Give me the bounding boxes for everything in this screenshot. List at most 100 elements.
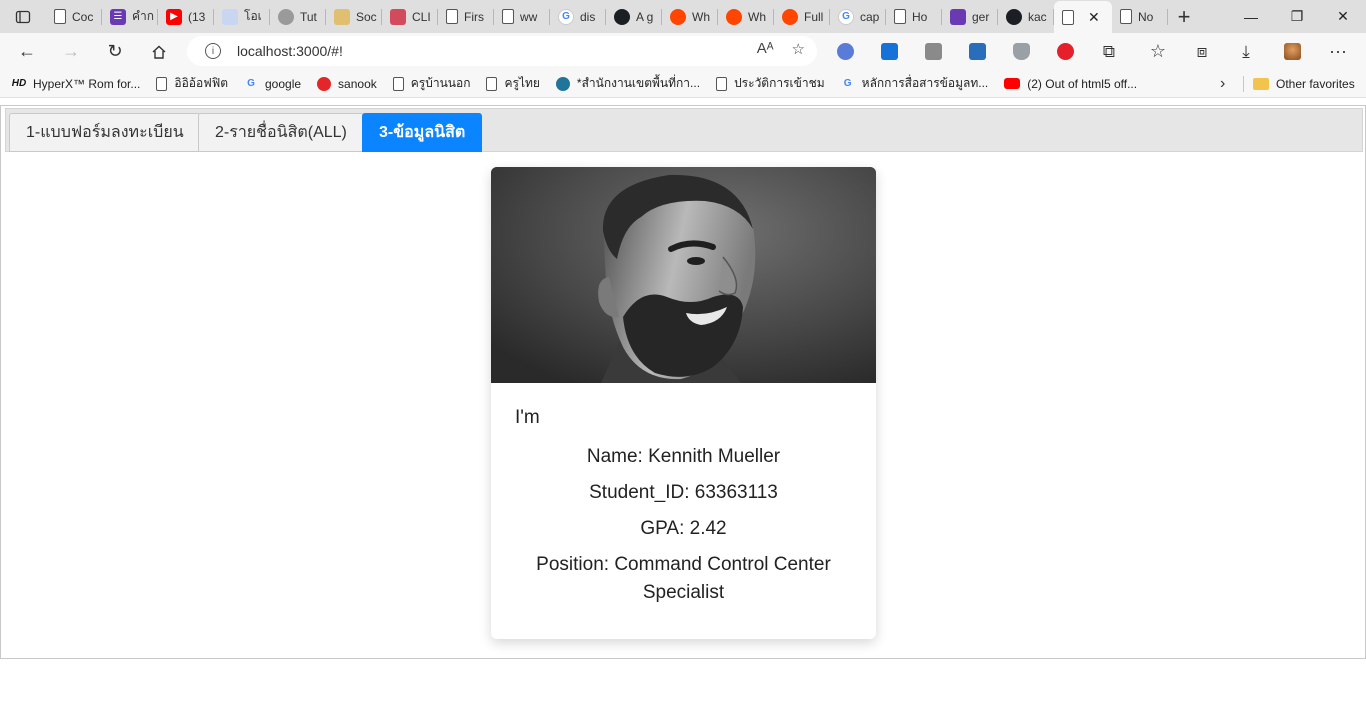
bookmark-item[interactable]: Ggoogle bbox=[236, 70, 309, 98]
browser-tab[interactable]: Wh bbox=[662, 0, 718, 33]
bookmark-item[interactable]: ครูไทย bbox=[478, 70, 547, 98]
browser-tab[interactable]: A g bbox=[606, 0, 662, 33]
browser-tab[interactable]: Firs bbox=[438, 0, 494, 33]
tab-registration-form[interactable]: 1-แบบฟอร์มลงทะเบียน bbox=[9, 113, 201, 152]
collections-icon: ⧈ bbox=[1196, 41, 1208, 61]
tab-title: (13 bbox=[188, 9, 206, 24]
browser-tab[interactable]: Coc bbox=[46, 0, 102, 33]
wordpress-icon bbox=[555, 76, 570, 91]
tab-title: Ho bbox=[912, 9, 928, 24]
close-tab-icon[interactable]: ✕ bbox=[1088, 9, 1100, 26]
new-tab-button[interactable]: + bbox=[1168, 0, 1200, 33]
browser-tab[interactable]: ww bbox=[494, 0, 550, 33]
browser-tab[interactable]: ▶ (13 bbox=[158, 0, 214, 33]
avatar bbox=[1283, 43, 1301, 60]
bookmark-item[interactable]: ครูบ้านนอก bbox=[385, 70, 479, 98]
bookmark-item[interactable]: ประวัติการเข้าชม bbox=[708, 70, 833, 98]
add-favorite-icon[interactable]: ☆ bbox=[792, 40, 805, 58]
browser-toolbar: ← → ↻ i localhost:3000/#! Aᴬ ☆ ⧉ ☆ ⧈ ⤓ ·… bbox=[0, 33, 1366, 70]
student-position: Position: Command Control Center Special… bbox=[536, 554, 831, 603]
sanook-icon bbox=[317, 76, 332, 91]
bookmark-label: google bbox=[265, 76, 302, 91]
youtube-icon bbox=[1004, 78, 1021, 89]
tab-actions-button[interactable] bbox=[0, 0, 46, 33]
address-bar[interactable]: i localhost:3000/#! Aᴬ ☆ bbox=[187, 36, 817, 66]
bookmark-label: ครูไทย bbox=[504, 76, 540, 90]
bookmark-item[interactable]: HD HyperX™ Rom for... bbox=[0, 70, 148, 98]
extension-button[interactable] bbox=[911, 33, 955, 70]
home-button[interactable] bbox=[137, 33, 181, 70]
extension-icon bbox=[880, 43, 898, 60]
tab-title: Coc bbox=[72, 9, 94, 24]
extension-icon bbox=[924, 43, 942, 60]
restore-button[interactable]: ❐ bbox=[1274, 0, 1320, 33]
profile-intro: I'm bbox=[515, 407, 540, 428]
extension-button[interactable] bbox=[867, 33, 911, 70]
other-favorites-button[interactable]: Other favorites bbox=[1245, 70, 1363, 98]
close-window-button[interactable]: ✕ bbox=[1320, 0, 1366, 33]
collections-button[interactable]: ⧈ bbox=[1180, 33, 1224, 70]
tab-student-info[interactable]: 3-ข้อมูลนิสิต bbox=[362, 113, 483, 152]
more-bookmarks-button[interactable]: › bbox=[1212, 70, 1233, 98]
browser-tab[interactable]: Gcap bbox=[830, 0, 886, 33]
profile-button[interactable] bbox=[1270, 33, 1314, 70]
student-photo bbox=[491, 167, 876, 383]
bookmark-label: sanook bbox=[338, 76, 377, 91]
browser-tab[interactable]: Tut bbox=[270, 0, 326, 33]
student-gpa: GPA: 2.42 bbox=[640, 518, 727, 539]
bookmark-item[interactable]: sanook bbox=[309, 70, 385, 98]
doc-icon bbox=[392, 76, 404, 91]
extension-button[interactable] bbox=[955, 33, 999, 70]
tab-title: A g bbox=[636, 9, 654, 24]
browser-tab[interactable]: ger bbox=[942, 0, 998, 33]
bookmark-item[interactable]: อิอิอ้อฟฟิต bbox=[148, 70, 236, 98]
browser-tab[interactable]: โอเ bbox=[214, 0, 270, 33]
minimize-button[interactable]: — bbox=[1228, 0, 1274, 33]
site-icon bbox=[390, 8, 406, 25]
browser-tab[interactable]: Soc bbox=[326, 0, 382, 33]
tab-label: 3-ข้อมูลนิสิต bbox=[379, 124, 466, 141]
browser-tab[interactable]: Gdis bbox=[550, 0, 606, 33]
tab-label: 2-รายชื่อนิสิต(ALL) bbox=[215, 124, 347, 141]
site-icon bbox=[278, 8, 294, 25]
tab-title: คำก bbox=[132, 9, 155, 23]
browser-tab[interactable]: Ho bbox=[886, 0, 942, 33]
settings-menu-button[interactable]: ··· bbox=[1316, 33, 1360, 70]
browser-tab-active[interactable]: ✕ bbox=[1054, 1, 1112, 33]
extension-button[interactable] bbox=[1043, 33, 1087, 70]
bookmark-label: ประวัติการเข้าชม bbox=[734, 76, 825, 90]
student-name: Name: Kennith Mueller bbox=[586, 446, 781, 467]
extension-button[interactable] bbox=[823, 33, 867, 70]
extension-button[interactable] bbox=[999, 33, 1043, 70]
tab-title: ger bbox=[972, 9, 990, 24]
home-icon bbox=[152, 45, 166, 59]
tab-title: Wh bbox=[692, 9, 710, 24]
favorites-button[interactable]: ☆ bbox=[1136, 33, 1180, 70]
browser-tab[interactable]: Wh bbox=[718, 0, 774, 33]
downloads-button[interactable]: ⤓ bbox=[1224, 33, 1268, 70]
forward-button[interactable]: → bbox=[49, 33, 93, 70]
reddit-icon bbox=[726, 8, 742, 25]
tab-title: No bbox=[1138, 9, 1154, 24]
puzzle-icon: ⧉ bbox=[1102, 41, 1116, 61]
bookmark-label: HyperX™ Rom for... bbox=[33, 76, 141, 91]
browser-tab[interactable]: No bbox=[1112, 0, 1168, 33]
info-icon[interactable]: i bbox=[205, 43, 221, 59]
arrow-right-icon: → bbox=[62, 41, 80, 61]
browser-tab[interactable]: ☰ คำก bbox=[102, 0, 158, 33]
back-button[interactable]: ← bbox=[5, 33, 49, 70]
bookmark-item[interactable]: G หลักการสื่อสารข้อมูลท... bbox=[833, 70, 997, 98]
close-icon: ✕ bbox=[1337, 8, 1349, 24]
bookmark-item[interactable]: *สำนักงานเขตพื้นที่กา... bbox=[548, 70, 708, 98]
favorites-icon: ☆ bbox=[1149, 41, 1167, 61]
read-aloud-icon[interactable]: Aᴬ bbox=[757, 40, 774, 58]
hd-icon: HD bbox=[11, 78, 27, 89]
browser-tab[interactable]: kac bbox=[998, 0, 1054, 33]
bookmark-item[interactable]: (2) Out of html5 off... bbox=[996, 70, 1145, 98]
tab-student-list[interactable]: 2-รายชื่อนิสิต(ALL) bbox=[198, 113, 364, 152]
browser-tab[interactable]: CLI bbox=[382, 0, 438, 33]
refresh-button[interactable]: ↻ bbox=[93, 33, 137, 70]
extensions-button[interactable]: ⧉ bbox=[1087, 33, 1131, 70]
extension-icon bbox=[836, 43, 854, 60]
browser-tab[interactable]: Full bbox=[774, 0, 830, 33]
